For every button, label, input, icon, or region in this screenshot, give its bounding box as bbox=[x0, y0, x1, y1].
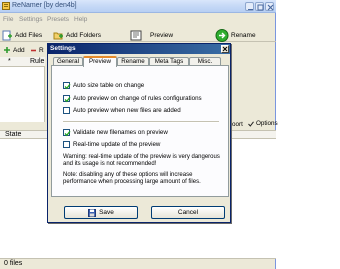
option-label: Auto size table on change bbox=[73, 82, 145, 89]
add-files-button[interactable]: Add Files bbox=[2, 29, 42, 41]
settings-dialog: Settings General Preview Rename Meta Tag… bbox=[47, 43, 231, 223]
menu-settings[interactable]: Settings bbox=[19, 16, 43, 23]
menu-help[interactable]: Help bbox=[74, 16, 87, 23]
menu-bar: File Settings Presets Help bbox=[0, 14, 276, 25]
option-label: Auto preview on change of rules configur… bbox=[73, 95, 202, 102]
toolbar: Add Files Add Folders Preview Rename bbox=[0, 27, 276, 42]
sort-menu[interactable]: oort bbox=[232, 121, 243, 128]
remove-rule-label: R bbox=[39, 46, 44, 54]
checkbox-checked[interactable] bbox=[63, 129, 71, 137]
option-auto-preview-new-files[interactable]: Auto preview when new files are added bbox=[63, 107, 181, 114]
checkbox-unchecked[interactable] bbox=[63, 107, 70, 114]
add-icon bbox=[4, 47, 10, 53]
warning-text: Warning: real-time update of the preview… bbox=[63, 154, 220, 167]
option-validate-filenames[interactable]: Validate new filenames on preview bbox=[63, 129, 168, 137]
option-auto-size-table[interactable]: Auto size table on change bbox=[63, 82, 145, 90]
preview-button[interactable]: Preview bbox=[130, 29, 173, 41]
cancel-button[interactable]: Cancel bbox=[151, 206, 225, 219]
add-folder-icon bbox=[53, 32, 63, 39]
option-label: Validate new filenames on preview bbox=[73, 129, 168, 136]
options-menu[interactable]: Options bbox=[248, 120, 278, 127]
floppy-disk-icon bbox=[88, 208, 97, 217]
status-bar: 0 files bbox=[0, 258, 276, 269]
checkbox-checked[interactable] bbox=[63, 82, 71, 90]
preview-tab-panel: Auto size table on change Auto preview o… bbox=[51, 65, 229, 197]
add-files-label: Add Files bbox=[15, 31, 43, 39]
add-folders-label: Add Folders bbox=[66, 31, 102, 39]
maximize-button[interactable] bbox=[255, 2, 264, 11]
checkmark-icon bbox=[64, 96, 71, 103]
option-label: Auto preview when new files are added bbox=[73, 107, 181, 114]
files-count: 0 files bbox=[4, 260, 23, 267]
files-col-state: State bbox=[5, 131, 22, 138]
title-bar: ReNamer [by den4b] bbox=[0, 0, 276, 13]
dialog-title: Settings bbox=[50, 45, 76, 52]
rules-table-header: * Rule bbox=[0, 57, 45, 67]
section-divider bbox=[63, 121, 219, 123]
add-rule-label: Add bbox=[13, 46, 25, 54]
maximize-icon bbox=[257, 4, 264, 11]
checkmark-icon bbox=[248, 120, 254, 127]
option-realtime-update[interactable]: Real-time update of the preview bbox=[63, 141, 160, 148]
minimize-icon bbox=[248, 9, 253, 10]
save-label: Save bbox=[99, 209, 114, 216]
preview-label: Preview bbox=[150, 31, 174, 39]
app-icon bbox=[2, 2, 10, 10]
remove-rule-button[interactable]: R bbox=[30, 44, 44, 56]
close-button[interactable] bbox=[265, 2, 274, 11]
checkbox-unchecked[interactable] bbox=[63, 141, 70, 148]
option-auto-preview-rules[interactable]: Auto preview on change of rules configur… bbox=[63, 95, 202, 103]
rename-label: Rename bbox=[231, 31, 256, 39]
add-files-icon bbox=[2, 30, 12, 40]
rules-col-rule: Rule bbox=[30, 58, 45, 65]
preview-icon bbox=[130, 30, 142, 40]
checkmark-icon bbox=[64, 83, 71, 90]
minimize-button[interactable] bbox=[245, 2, 254, 11]
rules-list[interactable] bbox=[0, 67, 45, 122]
rules-col-number: * bbox=[8, 58, 11, 65]
dialog-title-bar: Settings bbox=[48, 44, 230, 54]
rename-arrow-icon bbox=[215, 28, 229, 42]
options-label: Options bbox=[256, 120, 278, 127]
note-text: Note: disabling any of these options wil… bbox=[63, 172, 201, 185]
option-label: Real-time update of the preview bbox=[73, 141, 161, 148]
menu-file[interactable]: File bbox=[3, 16, 13, 23]
menu-presets[interactable]: Presets bbox=[47, 16, 69, 23]
dialog-close-button[interactable] bbox=[221, 45, 229, 53]
add-folders-button[interactable]: Add Folders bbox=[53, 29, 101, 41]
add-rule-button[interactable]: Add bbox=[3, 44, 25, 56]
cancel-label: Cancel bbox=[177, 209, 199, 216]
tab-preview[interactable]: Preview bbox=[83, 56, 117, 67]
checkmark-icon bbox=[64, 130, 71, 137]
save-button[interactable]: Save bbox=[64, 206, 138, 219]
close-icon bbox=[222, 46, 228, 52]
remove-icon bbox=[31, 49, 36, 51]
checkbox-checked[interactable] bbox=[63, 95, 71, 103]
app-title: ReNamer [by den4b] bbox=[12, 2, 77, 9]
close-icon bbox=[267, 4, 274, 11]
rename-button[interactable]: Rename bbox=[215, 28, 256, 42]
